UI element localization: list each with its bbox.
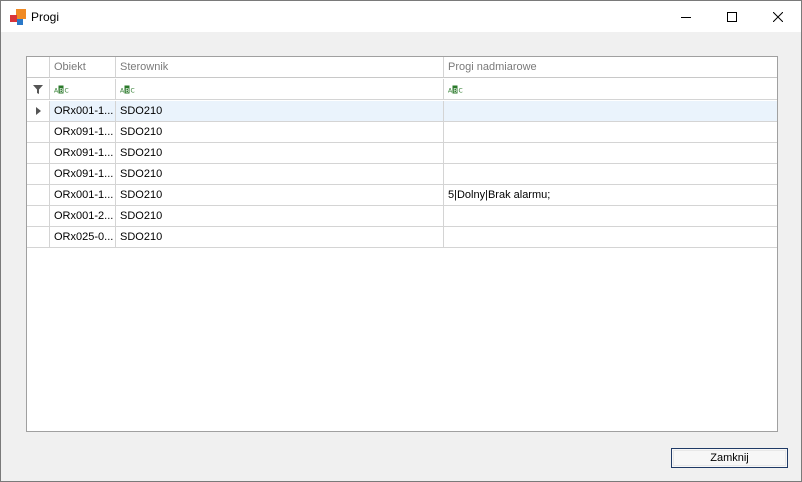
cell-progi[interactable] [444,227,777,248]
row-indicator[interactable] [27,206,50,227]
maximize-button[interactable] [709,1,755,32]
cell-obiekt[interactable]: ORx091-1... [50,164,116,185]
filter-icon [33,84,43,94]
close-window-button[interactable] [755,1,801,32]
svg-text:B: B [125,87,129,94]
grid-filter-row: A B C A B C A B C [27,79,777,100]
cell-obiekt[interactable]: ORx001-1... [50,185,116,206]
column-header-sterownik[interactable]: Sterownik [116,57,444,78]
zamknij-button[interactable]: Zamknij [671,448,788,468]
dialog-window: Progi Obiekt Sterownik Progi nadmiarowe … [0,0,802,482]
abc-filter-icon: A B C [54,85,69,95]
abc-filter-icon: A B C [120,85,135,95]
filter-cell-progi[interactable]: A B C [444,79,777,100]
row-indicator[interactable] [27,143,50,164]
cell-progi[interactable] [444,143,777,164]
svg-text:B: B [59,87,63,94]
cell-sterownik[interactable]: SDO210 [116,185,444,206]
cell-progi[interactable] [444,164,777,185]
cell-sterownik[interactable]: SDO210 [116,206,444,227]
filter-button[interactable] [27,79,50,100]
cell-sterownik[interactable]: SDO210 [116,143,444,164]
cell-sterownik[interactable]: SDO210 [116,101,444,122]
data-grid[interactable]: Obiekt Sterownik Progi nadmiarowe A B C … [26,56,778,432]
maximize-icon [727,11,737,22]
table-row[interactable]: ORx001-2... SDO210 [27,206,777,227]
svg-text:C: C [459,88,463,95]
grid-header-row: Obiekt Sterownik Progi nadmiarowe [27,57,777,78]
filter-cell-sterownik[interactable]: A B C [116,79,444,100]
cell-progi[interactable] [444,206,777,227]
svg-text:C: C [131,88,135,95]
cell-obiekt[interactable]: ORx001-1... [50,101,116,122]
minimize-button[interactable] [663,1,709,32]
current-row-arrow-icon [35,107,41,115]
cell-sterownik[interactable]: SDO210 [116,164,444,185]
cell-progi[interactable]: 5|Dolny|Brak alarmu; [444,185,777,206]
title-bar[interactable]: Progi [1,1,801,32]
table-row[interactable]: ORx025-0... SDO210 [27,227,777,248]
table-row[interactable]: ORx091-1... SDO210 [27,143,777,164]
cell-sterownik[interactable]: SDO210 [116,227,444,248]
row-indicator[interactable] [27,101,50,122]
row-indicator-header [27,57,50,78]
svg-text:B: B [453,87,457,94]
cell-progi[interactable] [444,101,777,122]
cell-obiekt[interactable]: ORx091-1... [50,143,116,164]
table-row[interactable]: ORx001-1... SDO210 [27,101,777,122]
cell-progi[interactable] [444,122,777,143]
filter-cell-obiekt[interactable]: A B C [50,79,116,100]
svg-text:C: C [65,88,69,95]
cell-obiekt[interactable]: ORx001-2... [50,206,116,227]
cell-obiekt[interactable]: ORx025-0... [50,227,116,248]
table-row[interactable]: ORx091-1... SDO210 [27,164,777,185]
row-indicator[interactable] [27,164,50,185]
window-title: Progi [31,10,60,24]
cell-sterownik[interactable]: SDO210 [116,122,444,143]
row-indicator[interactable] [27,122,50,143]
column-header-obiekt[interactable]: Obiekt [50,57,116,78]
table-row[interactable]: ORx001-1... SDO210 5|Dolny|Brak alarmu; [27,185,777,206]
row-indicator[interactable] [27,227,50,248]
cell-obiekt[interactable]: ORx091-1... [50,122,116,143]
table-row[interactable]: ORx091-1... SDO210 [27,122,777,143]
app-logo-icon [10,9,26,25]
column-header-progi[interactable]: Progi nadmiarowe [444,57,777,78]
abc-filter-icon: A B C [448,85,463,95]
row-indicator[interactable] [27,185,50,206]
minimize-icon [681,16,691,18]
close-icon [773,11,783,22]
